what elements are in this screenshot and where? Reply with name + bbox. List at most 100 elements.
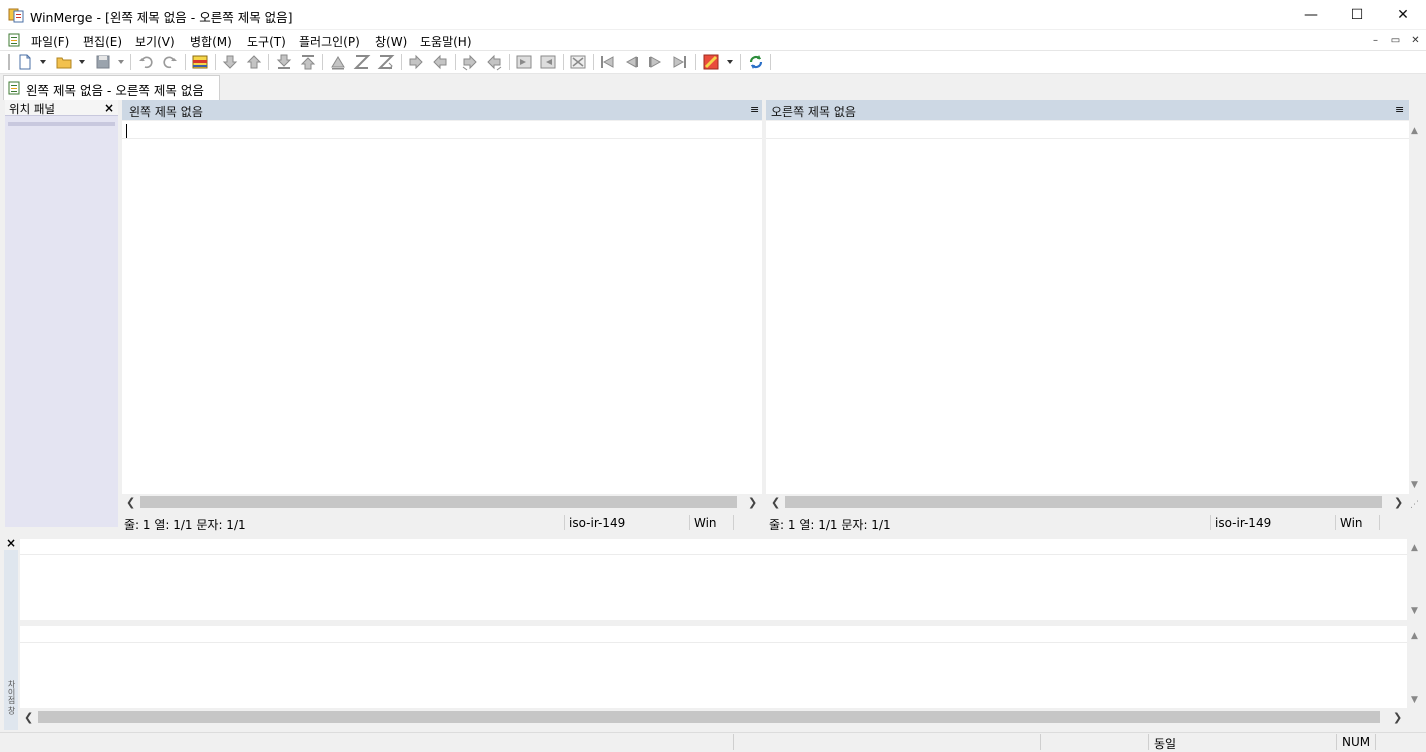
size-grip-icon[interactable]: ⋰ <box>1410 500 1419 510</box>
prev-conflict-icon[interactable] <box>377 53 395 71</box>
undo-icon[interactable] <box>137 53 155 71</box>
all-icon[interactable] <box>569 53 587 71</box>
diff-detail-left-box[interactable] <box>20 539 1407 620</box>
scroll-up-icon[interactable]: ▲ <box>1411 126 1418 136</box>
last-diff-icon[interactable] <box>299 53 317 71</box>
left-pane-menu-icon[interactable]: ≡ <box>750 103 759 116</box>
detail-top-scroll-up-icon[interactable]: ▲ <box>1411 543 1418 553</box>
diff-detail-scroll-thumb[interactable] <box>38 711 1380 723</box>
menu-tools[interactable]: 도구(T) <box>247 33 286 50</box>
location-pane-close-button[interactable]: × <box>104 101 114 115</box>
prev-file-icon[interactable] <box>622 53 640 71</box>
vertical-scrollbar[interactable] <box>1409 121 1424 511</box>
save-icon[interactable] <box>94 53 112 71</box>
current-diff-icon[interactable] <box>329 53 347 71</box>
left-pane-header <box>122 100 762 120</box>
menu-window[interactable]: 창(W) <box>375 33 407 50</box>
menu-help[interactable]: 도움말(H) <box>420 33 472 50</box>
open-dropdown-arrow-icon[interactable] <box>79 60 85 64</box>
copy-right-icon[interactable] <box>407 53 425 71</box>
right-pane-scroll-thumb[interactable] <box>785 496 1382 508</box>
next-diff-icon[interactable] <box>221 53 239 71</box>
num-lock-indicator: NUM <box>1342 735 1371 749</box>
location-pane[interactable] <box>5 100 118 527</box>
compare-result: 동일 <box>1154 737 1177 751</box>
location-pane-title: 위치 패널 <box>9 102 55 116</box>
right-pane-encoding[interactable]: iso-ir-149 <box>1215 516 1271 530</box>
text-cursor <box>126 124 127 138</box>
left-pane-scroll-thumb[interactable] <box>140 496 737 508</box>
redo-icon[interactable] <box>161 53 179 71</box>
document-tab-icon <box>8 81 20 95</box>
diff-detail-right-box[interactable] <box>20 626 1407 708</box>
right-pane-position: 줄: 1 열: 1/1 문자: 1/1 <box>769 518 891 532</box>
diff-detail-close-button[interactable]: × <box>6 536 16 550</box>
copy-left-advance-icon[interactable] <box>485 53 503 71</box>
toolbar-grip <box>8 54 10 70</box>
document-tab-label: 왼쪽 제목 없음 - 오른쪽 제목 없음 <box>26 83 204 98</box>
new-document-icon[interactable] <box>16 53 34 71</box>
window-title: WinMerge - [왼쪽 제목 없음 - 오른쪽 제목 없음] <box>30 10 293 25</box>
left-pane-scroll-left-icon[interactable]: ❮ <box>126 496 135 509</box>
right-pane-editor[interactable] <box>766 121 1409 494</box>
menu-edit[interactable]: 편집(E) <box>83 33 122 50</box>
detail-scroll-right-icon[interactable]: ❯ <box>1393 711 1402 724</box>
refresh-icon[interactable] <box>747 53 765 71</box>
mdi-close-button[interactable]: ✕ <box>1408 33 1423 48</box>
mdi-restore-button[interactable]: ▭ <box>1388 33 1403 48</box>
options-icon[interactable] <box>702 53 720 71</box>
menu-view[interactable]: 보기(V) <box>135 33 175 50</box>
toolbar-separator <box>740 54 741 70</box>
copy-all-right-icon[interactable] <box>515 53 533 71</box>
new-dropdown-arrow-icon[interactable] <box>40 60 46 64</box>
status-separator <box>733 734 734 750</box>
last-file-icon[interactable] <box>671 53 689 71</box>
detail-bottom-scroll-up-icon[interactable]: ▲ <box>1411 631 1418 641</box>
mdi-minimize-button[interactable]: – <box>1368 33 1383 48</box>
close-button[interactable]: ✕ <box>1380 0 1426 30</box>
winmerge-app-icon[interactable] <box>8 7 24 23</box>
prev-diff-icon[interactable] <box>245 53 263 71</box>
first-diff-icon[interactable] <box>275 53 293 71</box>
left-pane-editor[interactable] <box>122 121 762 494</box>
document-icon[interactable] <box>8 33 22 47</box>
right-pane-line-separator <box>766 138 1409 139</box>
options-dropdown-arrow-icon[interactable] <box>727 60 733 64</box>
copy-all-left-icon[interactable] <box>539 53 557 71</box>
status-separator <box>1335 515 1336 530</box>
scroll-down-icon[interactable]: ▼ <box>1411 480 1418 490</box>
left-pane-eol[interactable]: Win <box>694 516 717 530</box>
maximize-button[interactable]: ☐ <box>1334 0 1380 30</box>
open-folder-icon[interactable] <box>55 53 73 71</box>
right-pane-scroll-right-icon[interactable]: ❯ <box>1394 496 1403 509</box>
next-conflict-icon[interactable] <box>353 53 371 71</box>
save-dropdown-arrow-icon[interactable] <box>118 60 124 64</box>
left-pane-encoding[interactable]: iso-ir-149 <box>569 516 625 530</box>
toolbar-separator <box>455 54 456 70</box>
left-pane-line-separator <box>122 138 762 139</box>
first-file-icon[interactable] <box>598 53 616 71</box>
diff-detail-line <box>20 642 1407 643</box>
minimize-button[interactable]: — <box>1288 0 1334 30</box>
left-pane-scroll-right-icon[interactable]: ❯ <box>748 496 757 509</box>
detail-scroll-left-icon[interactable]: ❮ <box>24 711 33 724</box>
toolbar-separator <box>268 54 269 70</box>
detail-bottom-scroll-down-icon[interactable]: ▼ <box>1411 695 1418 705</box>
toolbar-separator <box>509 54 510 70</box>
copy-right-advance-icon[interactable] <box>461 53 479 71</box>
toolbar-separator <box>770 54 771 70</box>
toolbar-separator <box>401 54 402 70</box>
menu-plugins[interactable]: 플러그인(P) <box>299 33 360 50</box>
location-pane-viewport-bar[interactable] <box>8 122 115 126</box>
filter-icon[interactable] <box>191 53 209 71</box>
right-pane-eol[interactable]: Win <box>1340 516 1363 530</box>
status-separator <box>1210 515 1211 530</box>
right-pane-menu-icon[interactable]: ≡ <box>1395 103 1404 116</box>
menu-file[interactable]: 파일(F) <box>31 33 69 50</box>
next-file-icon[interactable] <box>647 53 665 71</box>
right-pane-scroll-left-icon[interactable]: ❮ <box>771 496 780 509</box>
copy-left-icon[interactable] <box>431 53 449 71</box>
toolbar-separator <box>695 54 696 70</box>
detail-top-scroll-down-icon[interactable]: ▼ <box>1411 606 1418 616</box>
menu-merge[interactable]: 병합(M) <box>190 33 232 50</box>
